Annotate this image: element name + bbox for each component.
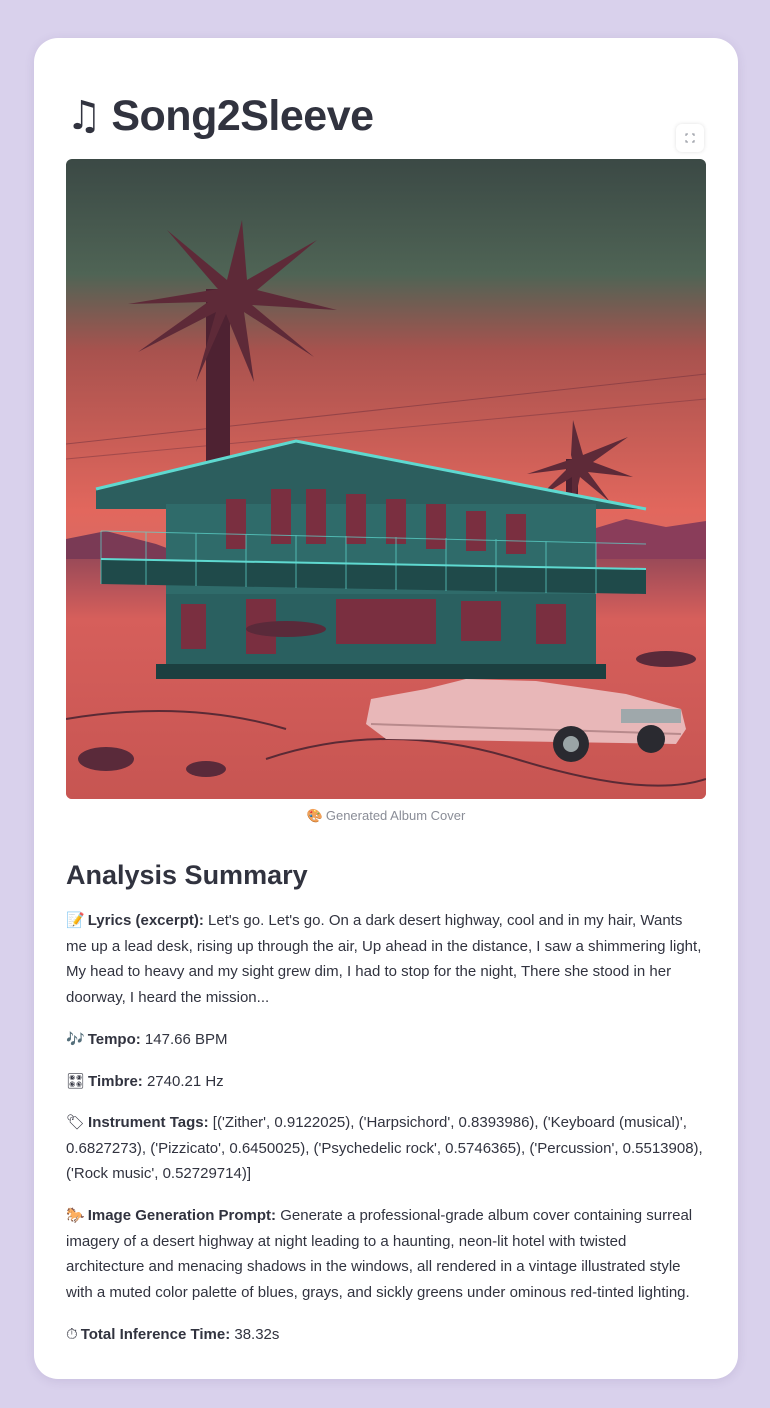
memo-icon: 📝 (66, 911, 85, 929)
timbre-row: 🎛 Timbre: 2740.21 Hz (66, 1069, 706, 1095)
inference-time-label: Total Inference Time: (80, 1326, 231, 1343)
timbre-value: 2740.21 Hz (146, 1073, 224, 1090)
prompt-label: Image Generation Prompt: (87, 1207, 277, 1224)
image-caption-text: Generated Album Cover (325, 808, 466, 823)
inference-time-row: ⏱ Total Inference Time: 38.32s (66, 1322, 706, 1348)
stopwatch-icon: ⏱ (66, 1325, 78, 1343)
tempo-row: 🎶 Tempo: 147.66 BPM (66, 1027, 706, 1053)
page-title-text: Song2Sleeve (111, 92, 374, 140)
horse-icon: 🐎 (66, 1206, 85, 1224)
music-notes-icon: 🎶 (66, 1030, 85, 1048)
control-knobs-icon: 🎛 (66, 1072, 86, 1090)
fullscreen-button[interactable] (676, 124, 704, 152)
tag-icon: 🏷 (66, 1113, 86, 1131)
image-caption: 🎨 Generated Album Cover (66, 808, 706, 824)
page-title: ♫ Song2Sleeve (66, 88, 374, 144)
tempo-value: 147.66 BPM (144, 1031, 228, 1048)
instrument-tags-row: 🏷 Instrument Tags: [('Zither', 0.9122025)… (66, 1110, 706, 1187)
main-card: ♫ Song2Sleeve 🎨 Generated Album Cover An… (34, 38, 738, 1379)
palette-icon: 🎨 (306, 809, 323, 824)
prompt-row: 🐎 Image Generation Prompt: Generate a pro… (66, 1203, 706, 1306)
lyrics-label: Lyrics (excerpt): (87, 912, 204, 929)
timbre-label: Timbre: (88, 1073, 143, 1090)
album-cover-image (66, 159, 706, 799)
music-note-icon: ♫ (66, 93, 102, 139)
lyrics-row: 📝 Lyrics (excerpt): Let's go. Let's go. O… (66, 908, 706, 1011)
tempo-label: Tempo: (87, 1031, 141, 1048)
expand-icon (685, 133, 695, 143)
section-heading: Analysis Summary (66, 860, 308, 890)
inference-time-value: 38.32s (234, 1326, 280, 1343)
instrument-tags-label: Instrument Tags: (88, 1114, 209, 1131)
